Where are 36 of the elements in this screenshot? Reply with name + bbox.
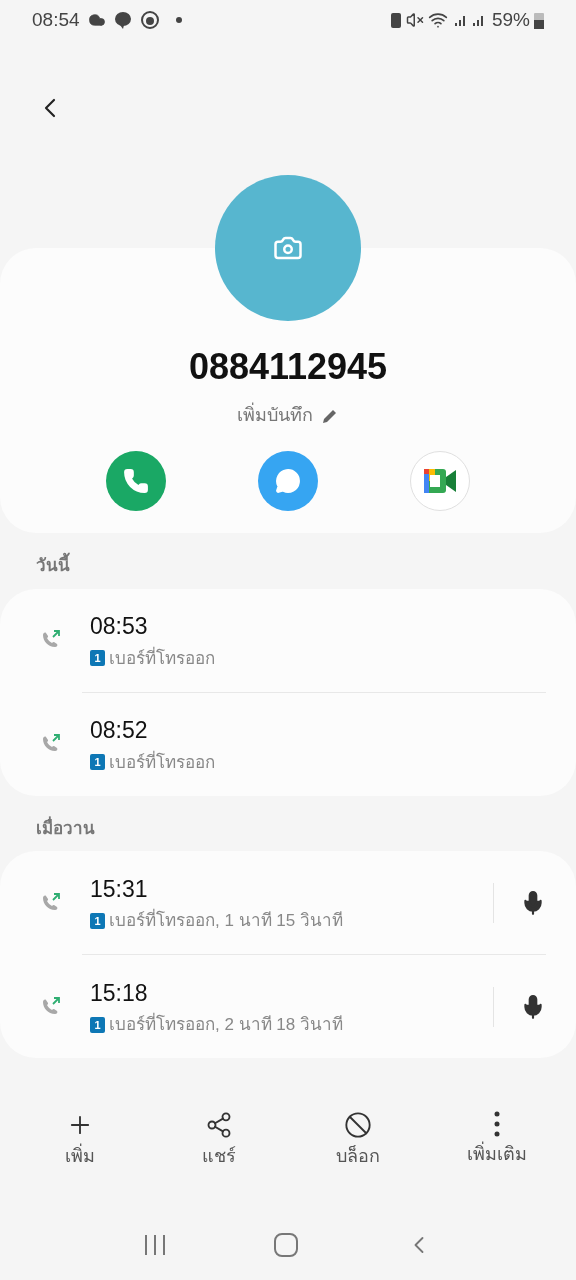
section-header: วันนี้ bbox=[0, 533, 576, 589]
section-header: เมื่อวาน bbox=[35, 815, 96, 840]
action-button[interactable]: บล็อก bbox=[302, 1111, 413, 1170]
call-button[interactable] bbox=[106, 451, 166, 511]
call-log-item[interactable]: 08:52 1 เบอร์ที่โทรออก bbox=[90, 713, 546, 775]
block-icon bbox=[343, 1111, 372, 1139]
wifi-icon bbox=[427, 10, 448, 30]
home-button[interactable] bbox=[274, 1233, 298, 1257]
sim-icon: 1 bbox=[90, 650, 105, 667]
home-icon bbox=[274, 1233, 298, 1257]
recent-apps-icon bbox=[143, 1233, 168, 1257]
more-icon bbox=[493, 1111, 500, 1137]
phone-icon bbox=[123, 468, 149, 494]
call-log-item[interactable]: 15:18 1 เบอร์ที่โทรออก, 2 นาที 18 วินาที bbox=[90, 975, 493, 1038]
sim-icon: 1 bbox=[90, 912, 105, 929]
cloud-icon bbox=[87, 11, 106, 29]
notification-icon bbox=[139, 10, 160, 30]
call-log-item[interactable]: 08:53 1 เบอร์ที่โทรออก bbox=[90, 609, 546, 671]
sim-icon: 1 bbox=[90, 754, 105, 771]
sim-icon: 1 bbox=[90, 1016, 105, 1033]
action-button[interactable]: แชร์ bbox=[163, 1111, 274, 1170]
action-button[interactable]: เพิ่มเติม bbox=[441, 1111, 552, 1170]
phone-number: 0884112945 bbox=[188, 345, 388, 389]
battery-icon bbox=[534, 11, 544, 29]
status-time: 08:54 bbox=[32, 7, 80, 32]
message-icon bbox=[275, 468, 301, 494]
call-log-item[interactable]: 15:31 1 เบอร์ที่โทรออก, 1 นาที 15 วินาที bbox=[90, 871, 493, 934]
recent-apps-button[interactable] bbox=[143, 1233, 168, 1257]
mute-icon bbox=[405, 11, 424, 29]
add-note-button[interactable]: เพิ่มบันทึก bbox=[237, 402, 339, 429]
action-button[interactable]: เพิ่ม bbox=[24, 1111, 135, 1170]
battery-percent: 59% bbox=[491, 7, 530, 32]
chat-bubble-icon bbox=[113, 11, 132, 29]
message-button[interactable] bbox=[258, 451, 318, 511]
video-camera-icon bbox=[423, 468, 457, 494]
battery-saver-icon bbox=[389, 11, 402, 29]
